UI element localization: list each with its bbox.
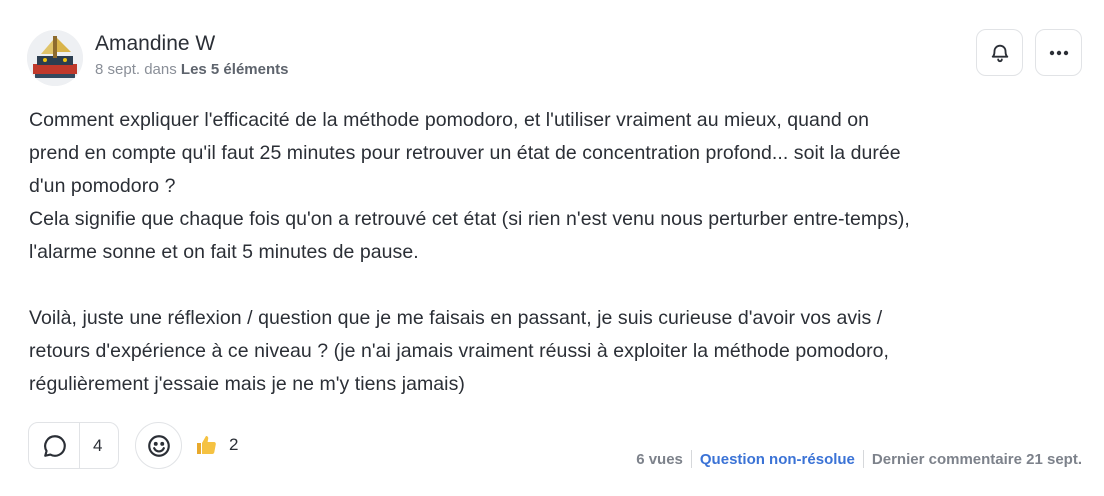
last-comment[interactable]: Dernier commentaire 21 sept. (872, 451, 1082, 468)
separator (690, 450, 692, 468)
views-count: 6 vues (636, 450, 683, 468)
avatar-image (27, 30, 83, 86)
topic-stats: 6 vues Question non-résolue Dernier comm… (636, 450, 1082, 468)
body-line: Comment expliquer l'efficacité de la mét… (29, 109, 869, 131)
body-line: Voilà, juste une réflexion / question qu… (29, 307, 883, 329)
in-word: dans (144, 61, 177, 78)
follow-button[interactable] (976, 29, 1023, 76)
thumbs-up-reaction[interactable] (194, 433, 218, 462)
body-line: prend en compte qu'il faut 25 minutes po… (29, 142, 901, 164)
more-horizontal-icon (1049, 50, 1068, 55)
thumbs-up-icon (197, 436, 216, 454)
more-options-button[interactable] (1035, 29, 1082, 76)
reply-button[interactable]: 4 (28, 422, 119, 469)
comment-bubble-icon (44, 435, 66, 457)
body-line: retours d'expérience à ce niveau ? (je n… (29, 340, 890, 362)
smiley-icon (147, 434, 170, 457)
post-meta: 8 sept. dans Les 5 éléments (95, 61, 288, 78)
post-date[interactable]: 8 sept. (95, 61, 140, 78)
body-line: Cela signifie que chaque fois qu'on a re… (29, 208, 910, 230)
divider (79, 423, 80, 468)
category-link[interactable]: Les 5 éléments (181, 61, 289, 78)
body-line: d'un pomodoro ? (29, 175, 176, 197)
post-body: Comment expliquer l'efficacité de la mét… (29, 104, 1089, 401)
reaction-count: 2 (229, 435, 239, 454)
avatar[interactable] (27, 30, 83, 86)
post-card: Amandine W 8 sept. dans Les 5 éléments C… (0, 0, 1104, 496)
add-reaction-button[interactable] (135, 422, 182, 469)
body-line: régulièrement j'essaie mais je ne m'y ti… (29, 373, 465, 395)
status-link[interactable]: Question non-résolue (700, 451, 855, 468)
reply-count: 4 (93, 436, 103, 455)
separator (862, 450, 864, 468)
author-name[interactable]: Amandine W (95, 32, 215, 56)
bell-icon (991, 44, 1008, 62)
body-line: l'alarme sonne et on fait 5 minutes de p… (29, 241, 419, 263)
